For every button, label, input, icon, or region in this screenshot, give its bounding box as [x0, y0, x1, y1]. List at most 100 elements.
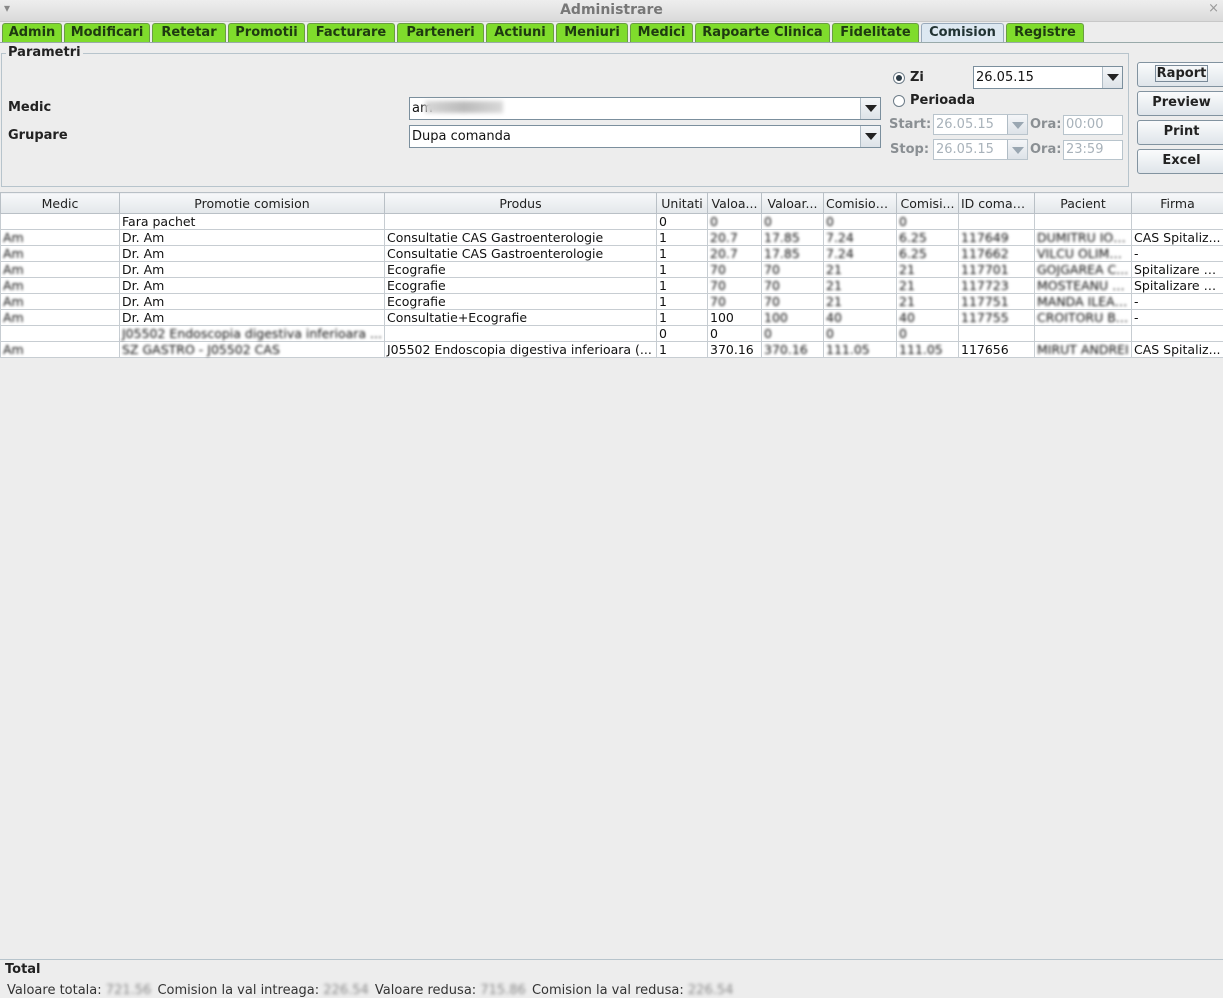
tab-modificari[interactable]: Modificari — [64, 23, 150, 43]
column-header[interactable]: Firma — [1132, 193, 1223, 214]
table-cell — [1035, 326, 1132, 342]
table-row[interactable]: AmDr. AmEcografie170702121117723MOSTEANU… — [1, 278, 1223, 294]
tab-promotii[interactable]: Promotii — [228, 23, 305, 43]
table-cell: Dr. Am — [120, 230, 385, 246]
tab-actiuni[interactable]: Actiuni — [486, 23, 554, 43]
column-header[interactable]: Promotie comision — [120, 193, 385, 214]
zi-date-select[interactable]: 26.05.15 — [973, 66, 1123, 89]
table-cell: Fara pachet — [120, 214, 385, 230]
tab-registre[interactable]: Registre — [1006, 23, 1084, 43]
table-header-row: Medic Promotie comision Produs Unitati V… — [1, 193, 1223, 214]
tab-medici[interactable]: Medici — [630, 23, 693, 43]
table-cell — [1, 214, 120, 230]
table-cell: 70 — [762, 262, 824, 278]
table-row[interactable]: AmDr. AmEcografie170702121117751MANDA IL… — [1, 294, 1223, 310]
zi-radio[interactable] — [893, 72, 905, 84]
close-icon[interactable]: × — [1208, 1, 1219, 16]
table-cell: 70 — [708, 294, 762, 310]
table-cell: - — [1132, 294, 1223, 310]
chevron-down-icon[interactable] — [1102, 67, 1122, 88]
table-cell: Dr. Am — [120, 246, 385, 262]
table-cell: 20.7 — [708, 230, 762, 246]
table-cell: 0 — [897, 214, 959, 230]
table-row[interactable]: J05502 Endoscopia digestiva inferioara .… — [1, 326, 1223, 342]
table-cell: 70 — [762, 294, 824, 310]
table-cell: MOSTEANU P... — [1035, 278, 1132, 294]
column-header[interactable]: Valoa... — [708, 193, 762, 214]
table-cell: 117662 — [959, 246, 1035, 262]
column-header[interactable]: Comisi... — [897, 193, 959, 214]
table-cell: Consultatie+Ecografie — [385, 310, 657, 326]
tab-divider — [0, 42, 1223, 43]
table-cell: 117755 — [959, 310, 1035, 326]
tab-retetar[interactable]: Retetar — [152, 23, 226, 43]
tab-facturare[interactable]: Facturare — [307, 23, 395, 43]
table-row[interactable]: AmSZ GASTRO - J05502 CASJ05502 Endoscopi… — [1, 342, 1223, 358]
table-cell: 21 — [897, 262, 959, 278]
table-row[interactable]: Fara pachet00000 — [1, 214, 1223, 230]
column-header[interactable]: ID coman... — [959, 193, 1035, 214]
table-cell: 117656 — [959, 342, 1035, 358]
column-header[interactable]: Comision... — [824, 193, 897, 214]
table-cell: 21 — [897, 294, 959, 310]
column-header[interactable]: Unitati — [657, 193, 708, 214]
table-cell: 1 — [657, 246, 708, 262]
ora-stop-label: Ora: — [1030, 142, 1061, 157]
perioada-radio[interactable] — [893, 95, 905, 107]
raport-button[interactable]: Raport — [1137, 62, 1223, 87]
preview-button[interactable]: Preview — [1137, 91, 1223, 116]
column-header[interactable]: Valoar... — [762, 193, 824, 214]
table-cell: 20.7 — [708, 246, 762, 262]
column-header[interactable]: Medic — [1, 193, 120, 214]
tab-fidelitate[interactable]: Fidelitate — [832, 23, 919, 43]
start-date-value: 26.05.15 — [936, 117, 994, 132]
tab-admin[interactable]: Admin — [2, 23, 62, 43]
table-cell: CROITORU BO... — [1035, 310, 1132, 326]
table-cell: 21 — [824, 262, 897, 278]
table-cell: 117751 — [959, 294, 1035, 310]
raport-button-label: Raport — [1156, 66, 1208, 81]
table-cell: 70 — [762, 278, 824, 294]
excel-button[interactable]: Excel — [1137, 149, 1223, 174]
tab-rapoarte-clinica[interactable]: Rapoarte Clinica — [695, 23, 830, 43]
chevron-down-icon[interactable] — [1007, 140, 1027, 159]
table-row[interactable]: AmDr. AmConsultatie CAS Gastroenterologi… — [1, 246, 1223, 262]
grupare-select[interactable]: Dupa comanda — [409, 125, 881, 148]
redacted-medic-name — [425, 101, 503, 113]
zi-date-value: 26.05.15 — [976, 70, 1034, 85]
stop-label: Stop: — [890, 142, 929, 157]
table-cell — [1035, 214, 1132, 230]
table-cell: 370.16 — [708, 342, 762, 358]
table-row[interactable]: AmDr. AmEcografie170702121117701GOJGAREA… — [1, 262, 1223, 278]
column-header[interactable]: Produs — [385, 193, 657, 214]
table-cell: Dr. Am — [120, 294, 385, 310]
tab-meniuri[interactable]: Meniuri — [556, 23, 628, 43]
table-row[interactable]: AmDr. AmConsultatie CAS Gastroenterologi… — [1, 230, 1223, 246]
print-button[interactable]: Print — [1137, 120, 1223, 145]
window-titlebar: ▾ Administrare × — [0, 0, 1223, 22]
table-cell — [959, 326, 1035, 342]
chevron-down-icon[interactable] — [860, 98, 880, 119]
table-cell: Consultatie CAS Gastroenterologie — [385, 230, 657, 246]
grupare-select-value: Dupa comanda — [412, 129, 511, 144]
column-header[interactable]: Pacient — [1035, 193, 1132, 214]
zi-label: Zi — [910, 70, 924, 85]
ora-stop-field[interactable]: 23:59 — [1063, 140, 1123, 160]
ora-start-field[interactable]: 00:00 — [1063, 115, 1123, 135]
chevron-down-icon[interactable] — [860, 126, 880, 147]
stop-date-select[interactable]: 26.05.15 — [933, 139, 1028, 160]
table-cell: Ecografie — [385, 278, 657, 294]
table-row[interactable]: AmDr. AmConsultatie+Ecografie11001004040… — [1, 310, 1223, 326]
tab-parteneri[interactable]: Parteneri — [397, 23, 484, 43]
tab-comision[interactable]: Comision — [921, 23, 1004, 43]
params-title: Parametri — [6, 45, 83, 60]
table-cell: 111.05 — [897, 342, 959, 358]
table-cell: 1 — [657, 262, 708, 278]
start-date-select[interactable]: 26.05.15 — [933, 114, 1028, 135]
table-cell: 17.85 — [762, 230, 824, 246]
table-cell: 1 — [657, 342, 708, 358]
commission-table[interactable]: Medic Promotie comision Produs Unitati V… — [0, 192, 1223, 358]
chevron-down-icon[interactable] — [1007, 115, 1027, 134]
table-cell: 40 — [824, 310, 897, 326]
table-cell: 117701 — [959, 262, 1035, 278]
